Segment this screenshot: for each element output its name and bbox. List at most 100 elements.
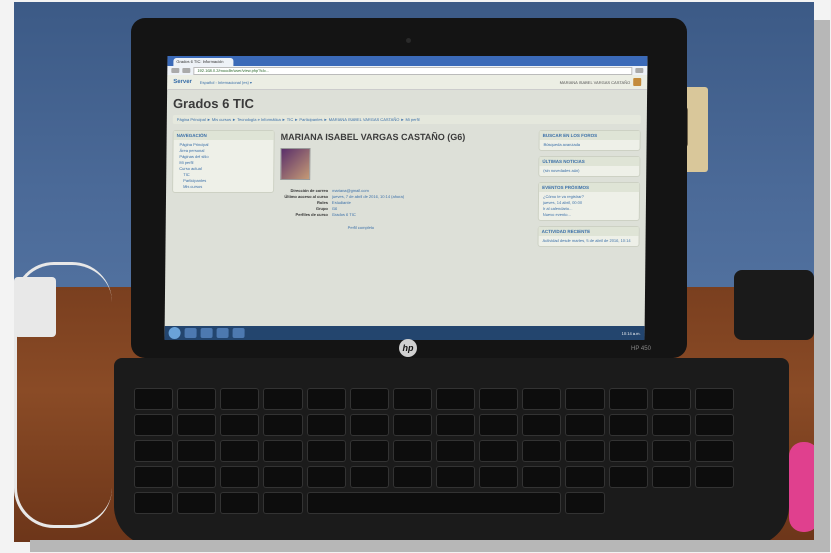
block-link[interactable]: (sin novedades aún) xyxy=(543,168,635,174)
keyboard-key[interactable] xyxy=(349,388,389,410)
keyboard-key[interactable] xyxy=(134,492,174,514)
address-input[interactable]: 192.168.0.2/moodle/user/view.php?id=... xyxy=(193,66,633,75)
user-login-name[interactable]: MARIANA ISABEL VARGAS CASTAÑO xyxy=(560,80,631,85)
taskbar-app-icon[interactable] xyxy=(200,328,213,338)
keyboard-key[interactable] xyxy=(694,388,734,410)
forward-icon[interactable] xyxy=(182,68,191,73)
keyboard-key[interactable] xyxy=(651,388,691,410)
navigation-title: NAVEGACIÓN xyxy=(173,131,274,140)
keyboard-key[interactable] xyxy=(263,414,303,436)
block-link[interactable]: Nuevo evento... xyxy=(543,212,635,218)
site-name[interactable]: Server xyxy=(173,79,192,85)
keyboard-key[interactable] xyxy=(306,466,346,488)
menu-icon[interactable] xyxy=(635,68,644,73)
block-link[interactable]: Actividad desde martes, 5 de abril de 20… xyxy=(543,238,635,244)
keyboard-key[interactable] xyxy=(392,388,432,410)
taskbar-app-icon[interactable] xyxy=(184,328,197,338)
keyboard-key[interactable] xyxy=(479,466,519,488)
start-button[interactable] xyxy=(168,327,181,339)
keyboard-key[interactable] xyxy=(263,388,303,410)
charger-brick xyxy=(734,270,814,340)
keyboard-key[interactable] xyxy=(263,492,303,514)
field-value[interactable]: G6 xyxy=(332,206,532,211)
keyboard-key[interactable] xyxy=(565,492,605,514)
keyboard-key[interactable] xyxy=(435,466,476,488)
keyboard-key[interactable] xyxy=(220,388,260,410)
keyboard-key[interactable] xyxy=(608,388,648,410)
keyboard-key[interactable] xyxy=(392,414,432,436)
keyboard-key[interactable] xyxy=(565,466,605,488)
keyboard-key[interactable] xyxy=(349,440,389,462)
keyboard-key[interactable] xyxy=(608,414,648,436)
keyboard-key[interactable] xyxy=(220,414,260,436)
taskbar-app-icon[interactable] xyxy=(232,328,245,338)
keyboard-key[interactable] xyxy=(608,440,648,462)
keyboard-key[interactable] xyxy=(435,388,476,410)
sidebar-block: EVENTOS PRÓXIMOS ¿Cómo te va registrar? ju… xyxy=(537,182,641,221)
keyboard-key[interactable] xyxy=(349,414,389,436)
keyboard-key[interactable] xyxy=(565,440,605,462)
breadcrumb[interactable]: Página Principal ► Mis cursos ► Tecnolog… xyxy=(172,115,641,124)
keyboard-key[interactable] xyxy=(134,414,174,436)
keyboard-key[interactable] xyxy=(522,440,562,462)
keyboard-key[interactable] xyxy=(177,466,217,488)
avatar[interactable] xyxy=(633,78,642,86)
field-value[interactable]: mariana@gmail.com xyxy=(332,188,532,193)
keyboard-key[interactable] xyxy=(565,388,605,410)
keyboard-key[interactable] xyxy=(134,440,174,462)
field-value[interactable]: jueves, 7 de abril de 2016, 10:14 (ahora… xyxy=(332,194,532,199)
keyboard-key[interactable] xyxy=(694,414,734,436)
keyboard-key[interactable] xyxy=(306,414,346,436)
keyboard-key[interactable] xyxy=(479,440,519,462)
keyboard-key[interactable] xyxy=(177,388,217,410)
keyboard-key[interactable] xyxy=(392,466,432,488)
profile-picture xyxy=(280,148,311,180)
keyboard-key[interactable] xyxy=(177,414,217,436)
field-value[interactable]: Grados 6 TIC xyxy=(332,212,532,217)
keyboard-key[interactable] xyxy=(608,466,648,488)
keyboard xyxy=(134,388,734,538)
keyboard-key[interactable] xyxy=(694,440,734,462)
back-icon[interactable] xyxy=(171,68,180,73)
browser-tab[interactable]: Grados 6 TIC: Información xyxy=(173,58,234,66)
field-value[interactable]: Estudiante xyxy=(332,200,532,205)
block-link[interactable]: Búsqueda avanzada xyxy=(544,142,636,148)
keyboard-key[interactable] xyxy=(306,388,346,410)
keyboard-key[interactable] xyxy=(220,440,260,462)
field-label: Grupo xyxy=(315,206,328,211)
pink-toy xyxy=(789,442,814,532)
keyboard-key[interactable] xyxy=(522,414,562,436)
keyboard-key[interactable] xyxy=(306,440,346,462)
full-profile-link[interactable]: Perfil completo xyxy=(348,225,532,230)
user-menu[interactable]: MARIANA ISABEL VARGAS CASTAÑO xyxy=(560,78,642,86)
language-select[interactable]: Español - Internacional (es) ▾ xyxy=(200,80,252,85)
keyboard-key[interactable] xyxy=(435,440,476,462)
keyboard-key[interactable] xyxy=(651,466,691,488)
block-title: ACTIVIDAD RECIENTE xyxy=(538,227,639,236)
nav-item[interactable]: Mis cursos xyxy=(177,184,269,190)
keyboard-key[interactable] xyxy=(522,466,562,488)
keyboard-key[interactable] xyxy=(177,440,217,462)
keyboard-key[interactable] xyxy=(392,440,432,462)
white-cable xyxy=(14,262,112,528)
keyboard-key[interactable] xyxy=(694,466,734,488)
keyboard-key[interactable] xyxy=(134,466,174,488)
keyboard-key[interactable] xyxy=(177,492,217,514)
keyboard-key[interactable] xyxy=(263,466,303,488)
keyboard-key[interactable] xyxy=(349,466,389,488)
keyboard-key[interactable] xyxy=(651,440,691,462)
taskbar-app-icon[interactable] xyxy=(216,328,229,338)
taskbar-clock[interactable]: 10:14 a.m. xyxy=(622,331,641,336)
keyboard-key[interactable] xyxy=(263,440,303,462)
keyboard-key[interactable] xyxy=(220,492,260,514)
keyboard-key[interactable] xyxy=(651,414,691,436)
keyboard-key[interactable] xyxy=(479,414,519,436)
spacebar-key[interactable] xyxy=(306,492,562,514)
keyboard-key[interactable] xyxy=(435,414,476,436)
keyboard-key[interactable] xyxy=(522,388,562,410)
keyboard-key[interactable] xyxy=(134,388,174,410)
keyboard-key[interactable] xyxy=(565,414,605,436)
keyboard-key[interactable] xyxy=(220,466,260,488)
field-label: Último acceso al curso xyxy=(284,194,329,199)
keyboard-key[interactable] xyxy=(479,388,519,410)
